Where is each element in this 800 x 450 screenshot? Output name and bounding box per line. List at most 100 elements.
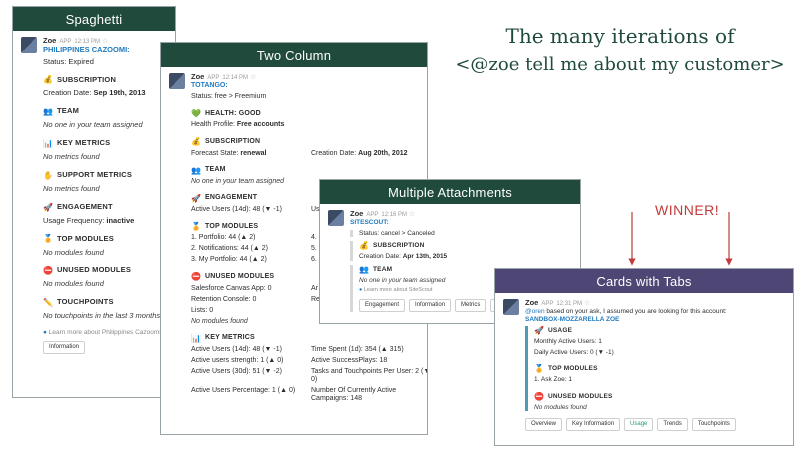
info-icon: ● (43, 328, 47, 336)
section-title: SUPPORT METRICS (57, 170, 133, 180)
no-entry-icon: ⛔ (43, 266, 54, 276)
section-heading: 💰 SUBSCRIPTION (43, 75, 167, 84)
section-heading: 🏅 TOP MODULES (43, 234, 167, 243)
information-button[interactable]: Information (43, 341, 86, 355)
bot-name[interactable]: Zoe (525, 298, 538, 307)
bot-avatar (21, 37, 37, 53)
section-heading: ⛔ UNUSED MODULES (43, 266, 167, 275)
section-body: No touchpoints in the last 3 months (43, 311, 161, 321)
section-title: TOUCHPOINTS (57, 297, 114, 307)
app-badge: APP (541, 301, 554, 307)
bar-chart-icon: 📊 (43, 138, 54, 148)
rocket-icon: 🚀 (534, 325, 545, 335)
cards-with-tabs-card: Cards with Tabs Zoe APP 12:31 PM ☆ @oren ba… (494, 268, 794, 446)
star-icon[interactable]: ☆ (102, 38, 108, 45)
learn-more-link[interactable]: ● Learn more about Philippines Cazoomi (43, 329, 167, 336)
key-metric-row-left: Active Users (30d): 51 (▼ -2) (191, 368, 282, 376)
key-metric-row-right: Active SuccessPlays: 18 (311, 357, 388, 365)
customer-link[interactable]: SANDBOX-MOZZARELLA ZOE (525, 316, 727, 323)
customer-link[interactable]: PHILIPPINES CAZOOMI: (43, 45, 130, 55)
key-metric-row-right: Tasks and Touchpoints Per User: 2 (▼ 0) (311, 368, 428, 384)
no-entry-icon: ⛔ (191, 272, 202, 282)
tab-key-information[interactable]: Key Information (566, 418, 621, 432)
top-module-row-left: 1. Portfolio: 44 (▲ 2) (191, 234, 256, 242)
money-bag-icon: 💰 (191, 137, 202, 147)
section-body: Usage Frequency: inactive (43, 215, 167, 226)
star-icon[interactable]: ☆ (409, 211, 415, 218)
section-heading: ✋ SUPPORT METRICS (43, 170, 167, 180)
rocket-icon: 🚀 (191, 193, 202, 203)
section-title: SUBSCRIPTION (57, 74, 117, 84)
key-metric-row-left: Active Users (14d): 48 (▼ -1) (191, 345, 282, 353)
bot-name[interactable]: Zoe (43, 36, 56, 45)
spaghetti-sections: 💰 SUBSCRIPTION Creation Date: Sep 19th, 20… (43, 75, 167, 321)
unused-module-row-left: Retention Console: 0 (191, 295, 257, 303)
status-text: Status: free > Freemium (191, 93, 267, 101)
spaghetti-card-title: Spaghetti (13, 7, 175, 31)
bot-avatar (328, 210, 344, 226)
tab-overview[interactable]: Overview (525, 418, 563, 432)
metrics-button[interactable]: Metrics (455, 298, 487, 312)
timestamp[interactable]: 12:16 PM (381, 212, 407, 218)
bar-chart-icon: 📊 (191, 333, 202, 343)
tab-touchpoints[interactable]: Touchpoints (691, 418, 736, 432)
key-metric-row: Active Users Percentage: 1 (▲ 0) Number O… (191, 387, 415, 403)
unused-module-row-left: Lists: 0 (191, 306, 214, 314)
section-title: TOP MODULES (57, 233, 114, 243)
subscription-heading: 💰 SUBSCRIPTION (191, 137, 261, 147)
timestamp[interactable]: 12:14 PM (222, 75, 248, 81)
top-module-row-left: 2. Notifications: 44 (▲ 2) (191, 245, 268, 253)
team-heading: 👥 TEAM (191, 165, 226, 175)
tab-bar: Overview Key Information Usage Trends Touchp… (525, 418, 785, 432)
medal-icon: 🏅 (43, 234, 54, 244)
headline: The many iterations of <@zoe tell me abo… (450, 24, 790, 75)
tab-trends[interactable]: Trends (657, 418, 688, 432)
headline-line-1: The many iterations of (505, 24, 735, 48)
no-entry-icon: ⛔ (534, 391, 545, 401)
attachment-subscription: 💰 SUBSCRIPTION Creation Date: Apr 13th, 2… (350, 240, 572, 261)
money-bag-icon: 💰 (43, 75, 54, 85)
customer-link[interactable]: TOTANGO: (191, 82, 256, 90)
top-module-row: 1. Ask Zoe: 1 (534, 376, 572, 384)
hand-icon: ✋ (43, 170, 54, 180)
bot-avatar (169, 73, 185, 89)
two-column-card-title: Two Column (161, 43, 427, 67)
information-button[interactable]: Information (409, 298, 452, 312)
section-title: KEY METRICS (57, 138, 111, 148)
field-value: Sep 19th, 2013 (93, 88, 146, 98)
section-heading: 👥 TEAM (43, 107, 167, 116)
headline-line-2: <@zoe tell me about my customer> (455, 54, 785, 75)
message-header: Zoe APP 12:31 PM ☆ @oren based on your ask,… (503, 298, 785, 323)
message-header: Zoe APP 12:16 PM ☆ SITESCOUT: (328, 209, 572, 227)
money-bag-icon: 💰 (359, 240, 370, 250)
customer-link[interactable]: SITESCOUT: (350, 219, 415, 226)
tab-usage[interactable]: Usage (624, 418, 654, 432)
engagement-button[interactable]: Engagement (359, 298, 406, 312)
star-icon[interactable]: ☆ (584, 300, 590, 307)
section-body: No modules found (43, 279, 104, 289)
intro-text: @oren based on your ask, I assumed you a… (525, 308, 727, 316)
section-body: No metrics found (43, 152, 100, 162)
field-value: inactive (106, 215, 135, 225)
green-heart-icon: 💚 (191, 109, 202, 119)
usage-attachment: 🚀 USAGE Monthly Active Users: 1 Daily Acti… (525, 325, 785, 412)
key-metric-row-left: Active Users Percentage: 1 (▲ 0) (191, 387, 296, 395)
section-body: No modules found (43, 247, 104, 257)
timestamp[interactable]: 12:31 PM (556, 301, 582, 307)
app-badge: APP (207, 75, 220, 81)
unused-module-row-left: Salesforce Canvas App: 0 (191, 284, 272, 292)
key-metric-row-right: Time Spent (1d): 354 (▲ 315) (311, 345, 404, 353)
bot-name[interactable]: Zoe (191, 72, 204, 81)
health-heading: 💚 HEALTH: GOOD (191, 109, 261, 119)
medal-icon: 🏅 (534, 364, 545, 374)
section-title: ENGAGEMENT (57, 201, 113, 211)
people-icon: 👥 (359, 264, 370, 274)
bot-name[interactable]: Zoe (350, 209, 363, 218)
user-mention[interactable]: @oren (525, 308, 545, 315)
star-icon[interactable]: ☆ (250, 74, 256, 81)
usage-row: Monthly Active Users: 1 (534, 338, 602, 346)
info-icon: ● (359, 287, 363, 294)
cards-with-tabs-card-title: Cards with Tabs (495, 269, 793, 293)
top-module-row-left: 3. My Portfolio: 44 (▲ 2) (191, 256, 267, 264)
section-heading: 📊 KEY METRICS (43, 139, 167, 148)
